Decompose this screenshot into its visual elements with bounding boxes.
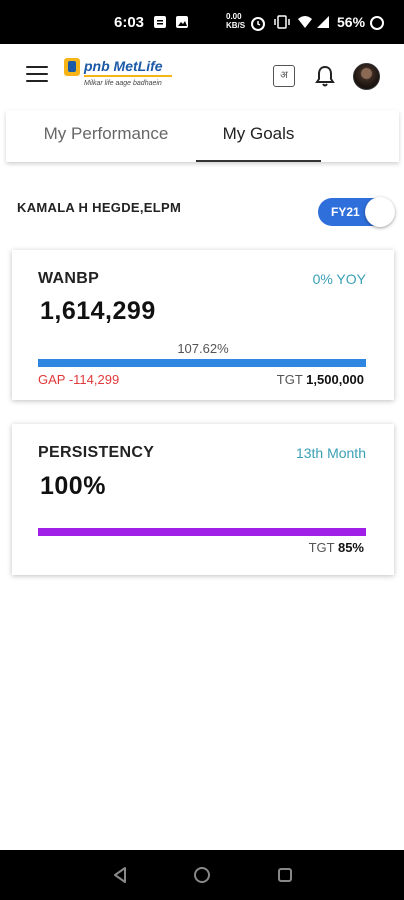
notification-icon	[153, 15, 167, 34]
fy-label: FY21	[331, 205, 360, 219]
active-tab-indicator	[196, 160, 321, 162]
user-name: KAMALA H HEGDE,ELPM	[17, 200, 182, 215]
logo-brand: pnb MetLife	[84, 58, 163, 74]
card-value: 1,614,299	[40, 297, 156, 325]
tab-my-goals-label: My Goals	[222, 124, 295, 143]
card-title: PERSISTENCY	[38, 444, 155, 461]
tab-my-goals[interactable]: My Goals	[196, 110, 321, 162]
target-value: TGT 1,500,000	[276, 372, 364, 387]
toggle-knob	[365, 197, 395, 227]
fy-toggle[interactable]: FY21	[318, 197, 395, 227]
signal-icon	[316, 15, 330, 34]
tab-bar: My Performance My Goals	[6, 110, 399, 162]
gap-value: GAP -114,299	[38, 372, 120, 387]
card-value: 100%	[40, 472, 106, 500]
battery-percent: 56%	[337, 14, 366, 30]
yoy-badge: 0% YOY	[312, 271, 366, 287]
avatar[interactable]	[353, 63, 380, 90]
back-icon[interactable]	[111, 865, 131, 885]
logo-tagline: Milkar life aage badhaein	[84, 80, 162, 87]
progress-bar	[38, 359, 366, 367]
progress-bar	[38, 528, 366, 536]
card-title: WANBP	[38, 270, 100, 287]
gallery-icon	[175, 15, 189, 34]
status-time: 6:03	[114, 14, 145, 31]
status-bar: 6:03 0.00 KB/S 56%	[0, 0, 404, 44]
data-speed-icon: 0.00 KB/S	[226, 12, 246, 30]
recents-icon[interactable]	[275, 865, 295, 885]
persistency-card[interactable]: PERSISTENCY 13th Month 100% TGT 85%	[12, 424, 394, 575]
wanbp-card[interactable]: WANBP 0% YOY 1,614,299 107.62% GAP -114,…	[12, 250, 394, 400]
alarm-icon	[250, 15, 266, 36]
system-nav-bar	[0, 850, 404, 900]
menu-icon[interactable]	[26, 66, 48, 84]
battery-icon	[369, 15, 385, 36]
month-badge: 13th Month	[295, 445, 366, 461]
home-icon[interactable]	[192, 865, 212, 885]
vibrate-icon	[273, 15, 291, 34]
bell-icon[interactable]	[314, 64, 336, 88]
tab-my-performance[interactable]: My Performance	[26, 110, 186, 162]
wifi-icon	[297, 15, 313, 34]
achievement-percent: 107.62%	[177, 341, 229, 356]
language-icon[interactable]: अ	[273, 65, 295, 87]
pnb-metlife-logo: pnb MetLife Milkar life aage badhaein	[64, 56, 184, 100]
target-value: TGT 85%	[308, 540, 364, 555]
app-header: pnb MetLife Milkar life aage badhaein अ	[0, 44, 404, 110]
